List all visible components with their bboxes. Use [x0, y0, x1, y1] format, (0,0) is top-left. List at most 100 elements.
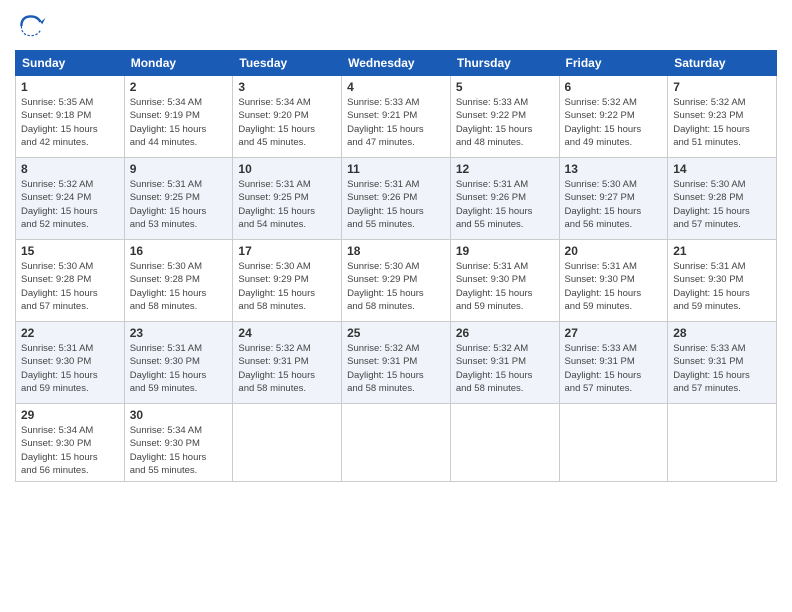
calendar-cell: 8Sunrise: 5:32 AM Sunset: 9:24 PM Daylig… [16, 158, 125, 240]
day-number: 18 [347, 244, 445, 258]
calendar-cell: 4 Sunrise: 5:33 AM Sunset: 9:21 PM Daylig… [342, 76, 451, 158]
day-number: 3 [238, 80, 336, 94]
day-info: Sunrise: 5:31 AM Sunset: 9:30 PM Dayligh… [21, 342, 119, 395]
calendar-cell: 5 Sunrise: 5:33 AM Sunset: 9:22 PM Daylig… [450, 76, 559, 158]
day-number: 19 [456, 244, 554, 258]
calendar-cell [450, 404, 559, 482]
week-row-4: 22 Sunrise: 5:31 AM Sunset: 9:30 PM Dayli… [16, 322, 777, 404]
day-info: Sunrise: 5:33 AM Sunset: 9:31 PM Dayligh… [565, 342, 663, 395]
calendar-cell: 20 Sunrise: 5:31 AM Sunset: 9:30 PM Dayli… [559, 240, 668, 322]
week-row-1: 1 Sunrise: 5:35 AM Sunset: 9:18 PM Daylig… [16, 76, 777, 158]
day-number: 14 [673, 162, 771, 176]
day-number: 1 [21, 80, 119, 94]
day-number: 24 [238, 326, 336, 340]
day-number: 5 [456, 80, 554, 94]
calendar-cell: 18Sunrise: 5:30 AM Sunset: 9:29 PM Dayli… [342, 240, 451, 322]
day-info: Sunrise: 5:31 AM Sunset: 9:25 PM Dayligh… [238, 178, 336, 231]
calendar-cell: 6 Sunrise: 5:32 AM Sunset: 9:22 PM Daylig… [559, 76, 668, 158]
day-info: Sunrise: 5:32 AM Sunset: 9:22 PM Dayligh… [565, 96, 663, 149]
day-number: 15 [21, 244, 119, 258]
day-info: Sunrise: 5:30 AM Sunset: 9:28 PM Dayligh… [130, 260, 228, 313]
week-row-2: 8Sunrise: 5:32 AM Sunset: 9:24 PM Daylig… [16, 158, 777, 240]
calendar-cell [233, 404, 342, 482]
day-number: 11 [347, 162, 445, 176]
calendar-cell: 15 Sunrise: 5:30 AM Sunset: 9:28 PM Dayli… [16, 240, 125, 322]
calendar-cell: 21 Sunrise: 5:31 AM Sunset: 9:30 PM Dayli… [668, 240, 777, 322]
week-row-5: 29 Sunrise: 5:34 AM Sunset: 9:30 PM Dayli… [16, 404, 777, 482]
day-info: Sunrise: 5:33 AM Sunset: 9:22 PM Dayligh… [456, 96, 554, 149]
day-number: 29 [21, 408, 119, 422]
col-header-monday: Monday [124, 51, 233, 76]
header [15, 10, 777, 42]
day-info: Sunrise: 5:31 AM Sunset: 9:26 PM Dayligh… [456, 178, 554, 231]
col-header-friday: Friday [559, 51, 668, 76]
calendar-cell: 14 Sunrise: 5:30 AM Sunset: 9:28 PM Dayli… [668, 158, 777, 240]
calendar-cell: 28Sunrise: 5:33 AM Sunset: 9:31 PM Dayli… [668, 322, 777, 404]
day-number: 2 [130, 80, 228, 94]
calendar-cell: 22 Sunrise: 5:31 AM Sunset: 9:30 PM Dayli… [16, 322, 125, 404]
calendar-cell [342, 404, 451, 482]
day-info: Sunrise: 5:33 AM Sunset: 9:21 PM Dayligh… [347, 96, 445, 149]
calendar-cell: 2 Sunrise: 5:34 AM Sunset: 9:19 PM Daylig… [124, 76, 233, 158]
day-number: 22 [21, 326, 119, 340]
day-number: 8 [21, 162, 119, 176]
day-info: Sunrise: 5:32 AM Sunset: 9:31 PM Dayligh… [238, 342, 336, 395]
day-info: Sunrise: 5:32 AM Sunset: 9:23 PM Dayligh… [673, 96, 771, 149]
day-info: Sunrise: 5:34 AM Sunset: 9:20 PM Dayligh… [238, 96, 336, 149]
day-number: 17 [238, 244, 336, 258]
day-number: 20 [565, 244, 663, 258]
day-info: Sunrise: 5:31 AM Sunset: 9:26 PM Dayligh… [347, 178, 445, 231]
day-number: 21 [673, 244, 771, 258]
day-number: 12 [456, 162, 554, 176]
day-number: 4 [347, 80, 445, 94]
day-number: 16 [130, 244, 228, 258]
day-info: Sunrise: 5:30 AM Sunset: 9:28 PM Dayligh… [673, 178, 771, 231]
calendar-cell: 26Sunrise: 5:32 AM Sunset: 9:31 PM Dayli… [450, 322, 559, 404]
calendar-table: SundayMondayTuesdayWednesdayThursdayFrid… [15, 50, 777, 482]
logo-icon [15, 10, 47, 42]
calendar-cell: 3 Sunrise: 5:34 AM Sunset: 9:20 PM Daylig… [233, 76, 342, 158]
day-info: Sunrise: 5:34 AM Sunset: 9:30 PM Dayligh… [130, 424, 228, 477]
calendar-cell: 19 Sunrise: 5:31 AM Sunset: 9:30 PM Dayli… [450, 240, 559, 322]
day-info: Sunrise: 5:31 AM Sunset: 9:30 PM Dayligh… [565, 260, 663, 313]
day-info: Sunrise: 5:32 AM Sunset: 9:31 PM Dayligh… [347, 342, 445, 395]
calendar-cell [668, 404, 777, 482]
day-info: Sunrise: 5:33 AM Sunset: 9:31 PM Dayligh… [673, 342, 771, 395]
day-info: Sunrise: 5:31 AM Sunset: 9:30 PM Dayligh… [130, 342, 228, 395]
calendar-cell: 9Sunrise: 5:31 AM Sunset: 9:25 PM Daylig… [124, 158, 233, 240]
col-header-sunday: Sunday [16, 51, 125, 76]
col-header-tuesday: Tuesday [233, 51, 342, 76]
day-number: 6 [565, 80, 663, 94]
day-info: Sunrise: 5:31 AM Sunset: 9:30 PM Dayligh… [673, 260, 771, 313]
day-info: Sunrise: 5:35 AM Sunset: 9:18 PM Dayligh… [21, 96, 119, 149]
col-header-saturday: Saturday [668, 51, 777, 76]
day-number: 9 [130, 162, 228, 176]
calendar-cell: 12 Sunrise: 5:31 AM Sunset: 9:26 PM Dayli… [450, 158, 559, 240]
day-number: 7 [673, 80, 771, 94]
calendar-cell: 17Sunrise: 5:30 AM Sunset: 9:29 PM Dayli… [233, 240, 342, 322]
calendar-cell: 10 Sunrise: 5:31 AM Sunset: 9:25 PM Dayli… [233, 158, 342, 240]
day-info: Sunrise: 5:34 AM Sunset: 9:19 PM Dayligh… [130, 96, 228, 149]
col-header-wednesday: Wednesday [342, 51, 451, 76]
day-number: 30 [130, 408, 228, 422]
calendar-cell: 29 Sunrise: 5:34 AM Sunset: 9:30 PM Dayli… [16, 404, 125, 482]
day-info: Sunrise: 5:31 AM Sunset: 9:30 PM Dayligh… [456, 260, 554, 313]
calendar-cell: 24 Sunrise: 5:32 AM Sunset: 9:31 PM Dayli… [233, 322, 342, 404]
day-info: Sunrise: 5:30 AM Sunset: 9:28 PM Dayligh… [21, 260, 119, 313]
calendar-cell: 13Sunrise: 5:30 AM Sunset: 9:27 PM Dayli… [559, 158, 668, 240]
calendar-cell: 30 Sunrise: 5:34 AM Sunset: 9:30 PM Dayli… [124, 404, 233, 482]
calendar-cell: 23 Sunrise: 5:31 AM Sunset: 9:30 PM Dayli… [124, 322, 233, 404]
day-number: 26 [456, 326, 554, 340]
calendar-cell: 1 Sunrise: 5:35 AM Sunset: 9:18 PM Daylig… [16, 76, 125, 158]
page: SundayMondayTuesdayWednesdayThursdayFrid… [0, 0, 792, 612]
calendar-cell: 11 Sunrise: 5:31 AM Sunset: 9:26 PM Dayli… [342, 158, 451, 240]
day-number: 25 [347, 326, 445, 340]
col-header-thursday: Thursday [450, 51, 559, 76]
day-info: Sunrise: 5:34 AM Sunset: 9:30 PM Dayligh… [21, 424, 119, 477]
calendar-cell: 27Sunrise: 5:33 AM Sunset: 9:31 PM Dayli… [559, 322, 668, 404]
calendar-cell: 7 Sunrise: 5:32 AM Sunset: 9:23 PM Daylig… [668, 76, 777, 158]
day-info: Sunrise: 5:30 AM Sunset: 9:27 PM Dayligh… [565, 178, 663, 231]
day-number: 23 [130, 326, 228, 340]
day-number: 10 [238, 162, 336, 176]
calendar-cell [559, 404, 668, 482]
